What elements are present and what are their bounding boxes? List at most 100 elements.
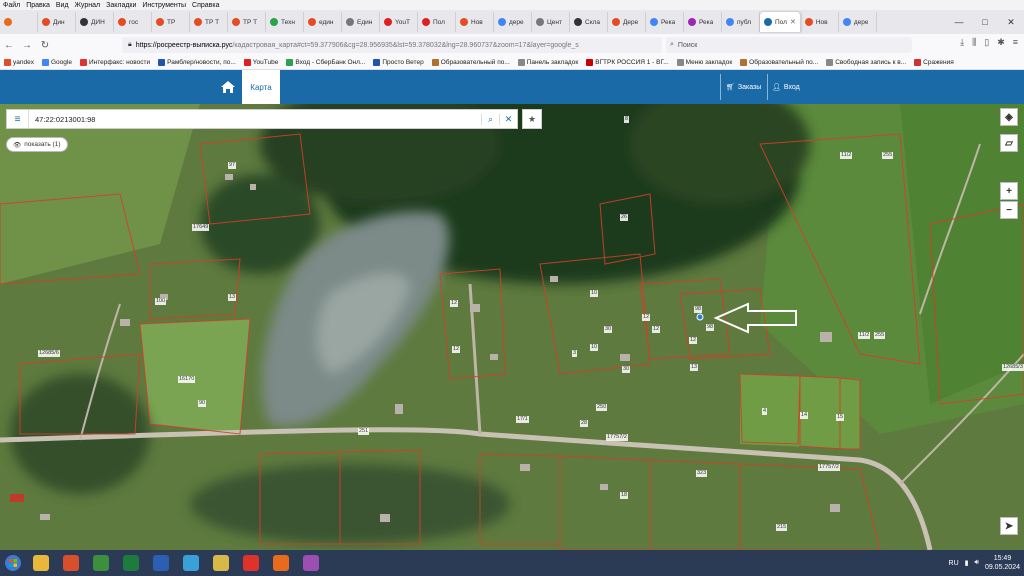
browser-tab[interactable]: ТР Т xyxy=(228,12,266,32)
bookmark-item[interactable]: Панель закладок xyxy=(517,59,578,66)
parcel-label[interactable]: 250 xyxy=(596,404,608,411)
menu-item[interactable]: Файл xyxy=(3,2,20,9)
download-icon[interactable]: ⤓ xyxy=(960,37,964,48)
parcel-label[interactable]: 15 xyxy=(836,414,845,421)
parcel-label[interactable]: 16170 xyxy=(178,376,196,383)
parcel-label[interactable]: 28 xyxy=(580,420,589,427)
clear-icon[interactable]: ✕ xyxy=(499,113,517,125)
back-icon[interactable]: ← xyxy=(0,40,18,51)
bookmark-item[interactable]: Образовательный по... xyxy=(740,59,818,66)
zoom-in-button[interactable]: + xyxy=(1000,182,1018,200)
parcel-label[interactable]: 4 xyxy=(762,408,768,415)
parcel-label[interactable]: 17757/2 xyxy=(606,434,628,441)
network-icon[interactable]: ▮ xyxy=(965,559,969,567)
menu-item[interactable]: Справка xyxy=(192,2,219,9)
browser-tab[interactable]: ДИН xyxy=(76,12,114,32)
parcel-label[interactable]: 30 xyxy=(622,366,631,373)
parcel-label[interactable]: 12 xyxy=(642,314,651,321)
menu-item[interactable]: Вид xyxy=(56,2,69,9)
bookmark-item[interactable]: Меню закладок xyxy=(676,59,732,66)
bookmark-item[interactable]: YouTube xyxy=(243,59,278,66)
firefox-menu-icon[interactable] xyxy=(0,12,38,32)
favorite-star-button[interactable]: ★ xyxy=(522,109,542,129)
menu-item[interactable]: Журнал xyxy=(75,2,101,9)
reload-icon[interactable]: ↻ xyxy=(36,40,54,51)
browser-tab[interactable]: Река xyxy=(684,12,722,32)
orders-button[interactable]: 🛒︎ Заказы xyxy=(726,70,761,104)
yandex-app[interactable] xyxy=(236,551,266,575)
browser-tab[interactable]: гос xyxy=(114,12,152,32)
parcel-label[interactable]: 12 xyxy=(450,300,459,307)
bookmark-item[interactable]: yandex xyxy=(4,59,34,66)
parcel-label[interactable]: 251 xyxy=(358,428,370,435)
parcel-label[interactable]: 12 xyxy=(689,337,698,344)
map-menu-icon[interactable]: ≡ xyxy=(7,110,29,128)
parcel-label[interactable]: 98 xyxy=(694,306,703,313)
cadastral-map[interactable]: 97 17649 100 13 12685/6 16170 90 251 12 12 17/1 10 3… xyxy=(0,104,1024,550)
parcel-label[interactable]: 14 xyxy=(800,412,809,419)
parcel-label[interactable]: 8 xyxy=(624,116,630,123)
chrome-app[interactable] xyxy=(86,551,116,575)
zoom-out-button[interactable]: − xyxy=(1000,201,1018,219)
word-app[interactable] xyxy=(146,551,176,575)
browser-tab[interactable]: Нов xyxy=(801,12,839,32)
parcel-label[interactable]: 255 xyxy=(882,152,894,159)
parcel-label[interactable]: 18 xyxy=(620,492,629,499)
parcel-label[interactable]: 90 xyxy=(198,400,207,407)
parcel-label[interactable]: 100 xyxy=(155,298,167,305)
explorer-app[interactable] xyxy=(26,551,56,575)
clock[interactable]: 15:49 09.05.2024 xyxy=(985,554,1020,572)
bookmark-item[interactable]: Вход - СберБанк Онл... xyxy=(286,59,365,66)
cadastral-number-input[interactable]: 47:22:0213001:98 xyxy=(29,115,481,124)
parcel-label[interactable]: 215 xyxy=(776,524,788,531)
bookmark-item[interactable]: Свободная запись к в... xyxy=(826,59,906,66)
login-button[interactable]: 👤︎ Вход xyxy=(772,70,800,104)
bookmark-item[interactable]: Интерфакс: новости xyxy=(79,59,150,66)
app-6[interactable] xyxy=(176,551,206,575)
maximize-icon[interactable]: □ xyxy=(972,10,998,34)
app-10[interactable] xyxy=(296,551,326,575)
parcel-label[interactable]: 3 xyxy=(572,350,578,357)
language-indicator[interactable]: RU xyxy=(949,560,959,567)
sidebar-icon[interactable]: ▯ xyxy=(984,37,989,48)
search-icon[interactable]: ⌕ xyxy=(481,113,499,125)
parcel-label[interactable]: 13 xyxy=(690,364,699,371)
parcel-label[interactable]: 13 xyxy=(228,294,237,301)
parcel-label[interactable]: 255 xyxy=(874,332,886,339)
browser-tab[interactable]: Един xyxy=(342,12,380,32)
browser-tab[interactable]: Цент xyxy=(532,12,570,32)
parcel-label[interactable]: 17/1 xyxy=(516,416,529,423)
parcel-label[interactable]: 12 xyxy=(652,326,661,333)
home-button[interactable] xyxy=(214,70,242,104)
search-input[interactable]: ⌕ Поиск xyxy=(666,37,912,53)
parcel-label[interactable]: 12 xyxy=(452,346,461,353)
extensions-icon[interactable]: ✱ xyxy=(997,37,1005,48)
browser-tab[interactable]: YouT xyxy=(380,12,418,32)
excel-app[interactable] xyxy=(116,551,146,575)
bookmark-item[interactable]: Рамблер/новости, по... xyxy=(158,59,236,66)
hamburger-menu-icon[interactable]: ≡ xyxy=(1013,37,1018,48)
close-icon[interactable]: ✕ xyxy=(998,10,1024,34)
start-button[interactable] xyxy=(0,550,26,576)
bookmark-item[interactable]: Google xyxy=(41,59,72,66)
parcel-label[interactable]: 26 xyxy=(620,214,629,221)
browser-tab[interactable]: Пол ✕ xyxy=(760,12,801,32)
parcel-label[interactable]: 11/2 xyxy=(858,332,871,339)
parcel-label[interactable]: 17649 xyxy=(192,224,210,231)
map-tab[interactable]: Карта xyxy=(242,70,280,104)
parcel-label[interactable]: 17757/2 xyxy=(818,464,840,471)
browser-tab[interactable]: ТР xyxy=(152,12,190,32)
menu-item[interactable]: Закладки xyxy=(106,2,136,9)
parcel-label[interactable]: 12685/6 xyxy=(38,350,60,357)
parcel-label[interactable]: 11/2 xyxy=(840,152,853,159)
close-tab-icon[interactable]: ✕ xyxy=(790,18,796,26)
menu-item[interactable]: Правка xyxy=(26,2,50,9)
parcel-label[interactable]: 30 xyxy=(604,326,613,333)
browser-tab[interactable]: Пол xyxy=(418,12,456,32)
menu-item[interactable]: Инструменты xyxy=(142,2,186,9)
browser-tab[interactable]: дере xyxy=(839,12,877,32)
parcel-label[interactable]: 97 xyxy=(228,162,237,169)
firefox-app[interactable] xyxy=(266,551,296,575)
parcel-label[interactable]: 12685/3 xyxy=(1002,364,1024,371)
bookmark-item[interactable]: ВГТРК РОССИЯ 1 - ВГ... xyxy=(586,59,669,66)
